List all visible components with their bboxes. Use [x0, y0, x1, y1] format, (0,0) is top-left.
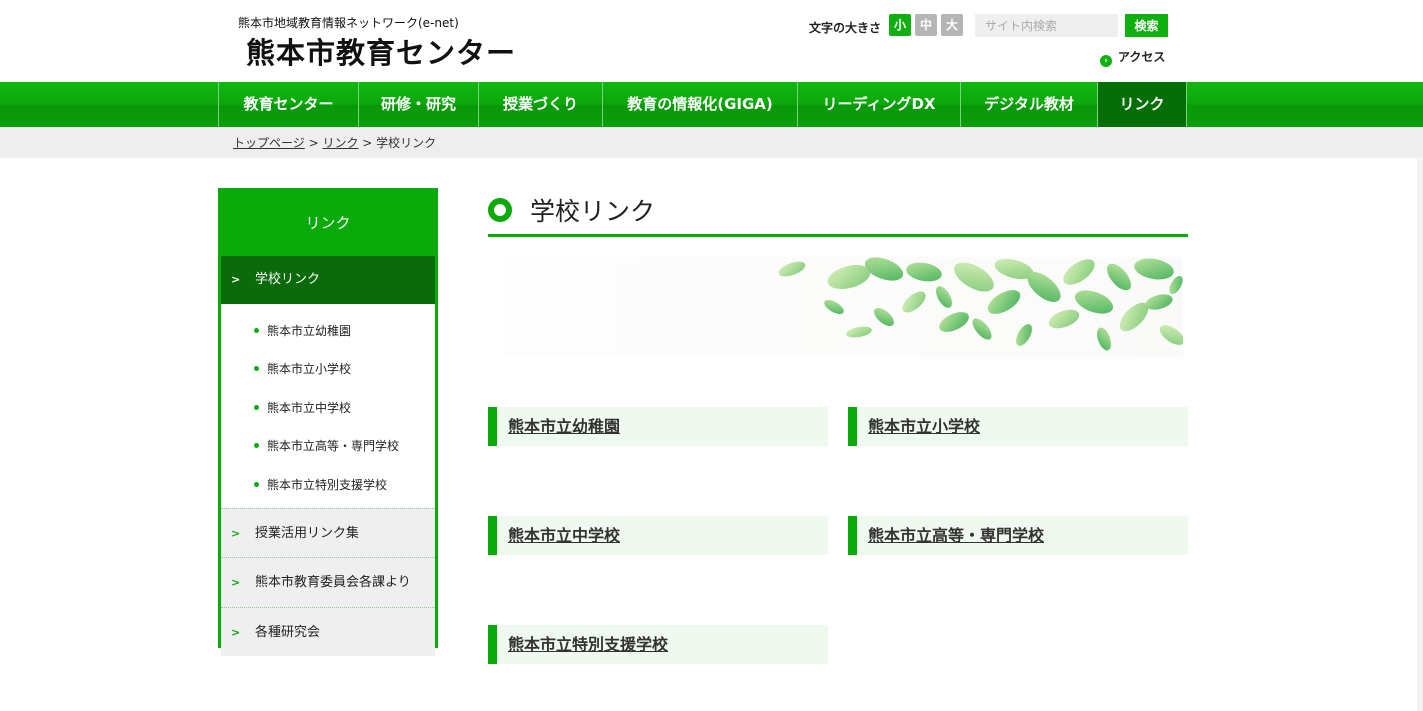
- nav-item-links[interactable]: リンク: [1097, 82, 1187, 127]
- sidebar-sub-label: 熊本市立特別支援学校: [267, 477, 388, 492]
- nav-item-digital-materials[interactable]: デジタル教材: [960, 82, 1097, 127]
- font-size-medium-button[interactable]: 中: [915, 14, 937, 36]
- sidebar-item-label: 熊本市教育委員会各課より: [255, 575, 411, 591]
- sidebar-sub-item-junior-high[interactable]: 熊本市立中学校: [221, 389, 435, 427]
- sidebar-item-label: 授業活用リンク集: [255, 525, 360, 541]
- school-link-label: 熊本市立特別支援学校: [508, 635, 669, 654]
- font-size-large-button[interactable]: 大: [941, 14, 963, 36]
- breadcrumb-links-link[interactable]: リンク: [322, 136, 358, 150]
- sidebar-sub-item-special-support[interactable]: 熊本市立特別支援学校: [221, 466, 435, 504]
- chevron-right-circle-icon: ›: [1100, 55, 1112, 67]
- search-button[interactable]: 検索: [1125, 14, 1168, 37]
- nav-item-education-center[interactable]: 教育センター: [218, 82, 358, 127]
- sidebar: リンク > 学校リンク 熊本市立幼稚園 熊本市立小学校 熊本市立中学校 熊本市立高…: [218, 188, 438, 657]
- sidebar-item-label: 各種研究会: [255, 624, 321, 640]
- nav-item-leading-dx[interactable]: リーディングDX: [797, 82, 960, 127]
- sidebar-sub-list: 熊本市立幼稚園 熊本市立小学校 熊本市立中学校 熊本市立高等・専門学校 熊本市立…: [221, 304, 435, 508]
- school-link-junior-high[interactable]: 熊本市立中学校: [488, 516, 828, 555]
- sidebar-item-study-groups[interactable]: > 各種研究会: [221, 606, 435, 657]
- sidebar-sub-label: 熊本市立幼稚園: [267, 324, 352, 338]
- ring-bullet-icon: [488, 198, 512, 222]
- font-size-label: 文字の大きさ: [809, 21, 882, 35]
- sidebar-sub-label: 熊本市立中学校: [267, 400, 352, 415]
- site-header: 熊本市地域教育情報ネットワーク(e-net) 熊本市教育センター 文字の大きさ …: [0, 0, 1423, 82]
- global-nav-bar: 教育センター 研修・研究 授業づくり 教育の情報化(GIGA) リーディングDX…: [0, 82, 1423, 127]
- breadcrumb-top-link[interactable]: トップページ: [233, 136, 305, 150]
- sidebar-item-label: 学校リンク: [255, 272, 321, 287]
- nav-item-training-research[interactable]: 研修・研究: [358, 82, 478, 127]
- school-link-kindergarten[interactable]: 熊本市立幼稚園: [488, 407, 828, 446]
- page-heading: 学校リンク: [488, 190, 1188, 237]
- sidebar-sub-item-high-vocational[interactable]: 熊本市立高等・専門学校: [221, 427, 435, 465]
- sidebar-item-board-sections[interactable]: > 熊本市教育委員会各課より: [221, 557, 435, 607]
- sidebar-sub-label: 熊本市立高等・専門学校: [267, 439, 400, 454]
- bullet-icon: [254, 481, 259, 487]
- school-link-label: 熊本市立中学校: [508, 526, 621, 545]
- sidebar-heading: リンク: [221, 191, 435, 256]
- school-link-label: 熊本市立高等・専門学校: [868, 526, 1045, 545]
- breadcrumb-separator: >: [304, 136, 323, 150]
- school-link-label: 熊本市立小学校: [868, 417, 981, 436]
- sidebar-sub-item-elementary[interactable]: 熊本市立小学校: [221, 350, 435, 388]
- access-label: アクセス: [1118, 50, 1166, 64]
- school-link-label: 熊本市立幼稚園: [508, 417, 621, 436]
- bullet-icon: [254, 443, 259, 449]
- bullet-icon: [254, 404, 259, 410]
- breadcrumb-separator: >: [358, 136, 377, 150]
- chevron-right-icon: >: [231, 576, 241, 590]
- school-link-elementary[interactable]: 熊本市立小学校: [848, 407, 1188, 446]
- chevron-right-icon: >: [231, 625, 241, 639]
- bullet-icon: [254, 366, 259, 372]
- breadcrumb-current: 学校リンク: [376, 136, 437, 150]
- sidebar-sub-label: 熊本市立小学校: [267, 362, 352, 377]
- sidebar-sub-item-kindergarten[interactable]: 熊本市立幼稚園: [221, 312, 435, 350]
- leaves-illustration: [778, 257, 1183, 351]
- site-subtitle: 熊本市地域教育情報ネットワーク(e-net): [238, 16, 459, 30]
- nav-item-lesson-making[interactable]: 授業づくり: [478, 82, 602, 127]
- breadcrumb: トップページ > リンク > 学校リンク: [233, 134, 436, 151]
- chevron-right-icon: >: [231, 273, 241, 286]
- school-link-high-vocational[interactable]: 熊本市立高等・専門学校: [848, 516, 1188, 555]
- school-link-special-support[interactable]: 熊本市立特別支援学校: [488, 625, 828, 664]
- bullet-icon: [254, 328, 259, 333]
- access-link[interactable]: › アクセス: [1100, 48, 1165, 67]
- nav-item-giga[interactable]: 教育の情報化(GIGA): [602, 82, 797, 127]
- leaf-banner-image: [504, 257, 1183, 357]
- page-title: 学校リンク: [530, 197, 656, 226]
- breadcrumb-bar: トップページ > リンク > 学校リンク: [0, 127, 1423, 158]
- site-logo-title[interactable]: 熊本市教育センター: [246, 30, 516, 72]
- chevron-right-icon: >: [231, 526, 241, 540]
- global-nav: 教育センター 研修・研究 授業づくり 教育の情報化(GIGA) リーディングDX…: [218, 82, 1187, 127]
- font-size-small-button[interactable]: 小: [889, 14, 911, 36]
- sidebar-item-school-links[interactable]: > 学校リンク: [221, 256, 435, 304]
- site-search-input[interactable]: [975, 14, 1118, 37]
- sidebar-item-lesson-links[interactable]: > 授業活用リンク集: [221, 507, 435, 558]
